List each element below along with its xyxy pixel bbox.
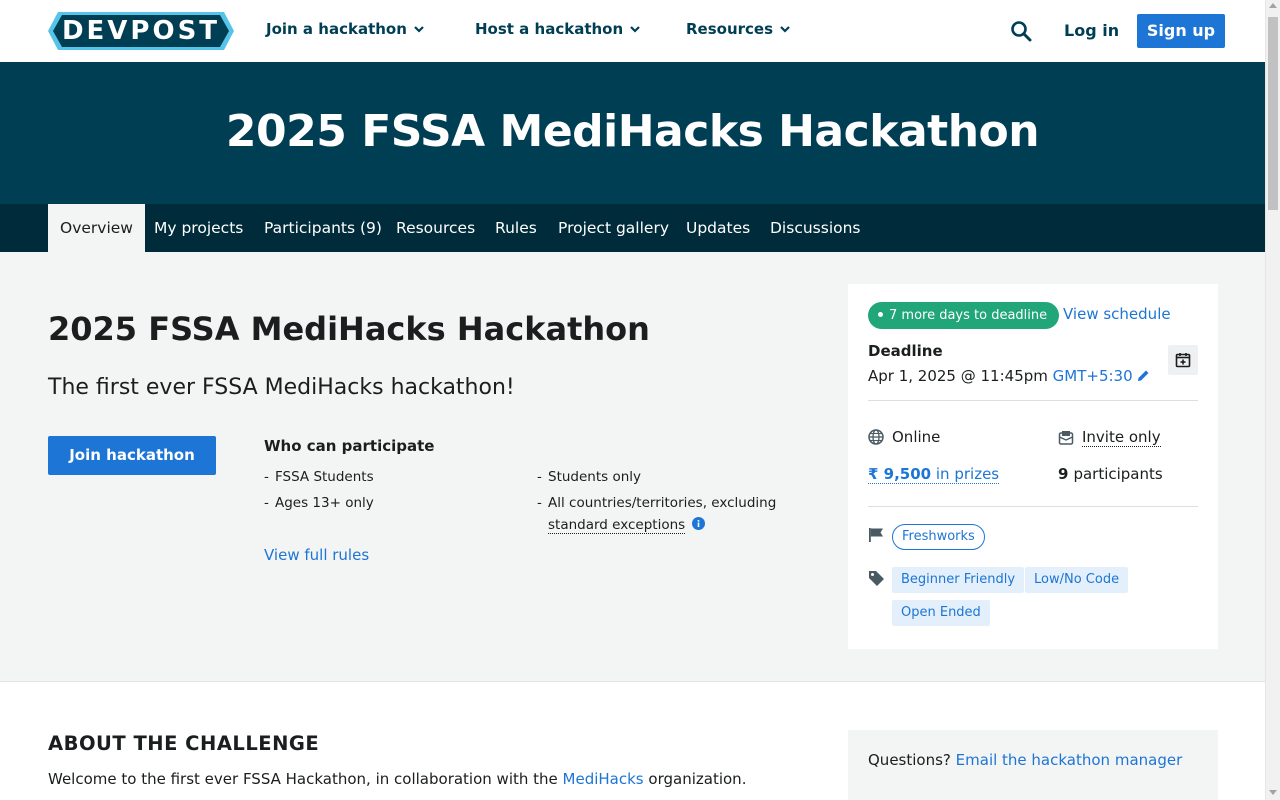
- host-organization-pill[interactable]: Freshworks: [892, 524, 985, 550]
- nav-resources-label: Resources: [686, 20, 774, 38]
- view-full-rules-link[interactable]: View full rules: [264, 546, 369, 564]
- hackathon-tabs: Overview My projects Participants (9) Re…: [0, 204, 1265, 252]
- prizes-link[interactable]: ₹ 9,500 in prizes: [868, 465, 1000, 484]
- chevron-down-icon: [780, 26, 790, 33]
- about-intro: Welcome to the first ever FSSA Hackathon…: [48, 770, 747, 788]
- tab-resources[interactable]: Resources: [384, 204, 487, 252]
- nav-join-hackathon-label: Join a hackathon: [266, 20, 407, 38]
- login-link[interactable]: Log in: [1064, 21, 1119, 40]
- scroll-up-arrow-icon[interactable]: [1269, 3, 1277, 8]
- theme-tag[interactable]: Beginner Friendly: [892, 567, 1025, 593]
- chevron-down-icon: [630, 26, 640, 33]
- standard-exceptions-link[interactable]: standard exceptions: [548, 517, 706, 534]
- logo-text: DEVPOST: [61, 16, 221, 46]
- questions-box: Questions? Email the hackathon manager: [848, 730, 1218, 800]
- divider: [868, 400, 1198, 401]
- about-heading: ABOUT THE CHALLENGE: [48, 732, 320, 755]
- scroll-down-arrow-icon[interactable]: [1269, 790, 1277, 795]
- page-scrollbar[interactable]: [1265, 0, 1280, 800]
- page-title: 2025 FSSA MediHacks Hackathon: [48, 310, 650, 348]
- theme-tag[interactable]: Low/No Code: [1025, 567, 1129, 593]
- join-hackathon-button[interactable]: Join hackathon: [48, 436, 216, 475]
- participants-count: 9 participants: [1058, 465, 1163, 483]
- eligibility-item: - FSSA Students: [264, 469, 374, 485]
- about-section: ABOUT THE CHALLENGE Welcome to the first…: [0, 681, 1265, 800]
- nav-host-hackathon[interactable]: Host a hackathon: [475, 20, 641, 38]
- pencil-icon[interactable]: [1137, 369, 1150, 382]
- access-info[interactable]: Invite only: [1058, 428, 1161, 447]
- invite-icon: [1058, 430, 1074, 445]
- add-to-calendar-button[interactable]: [1168, 345, 1198, 375]
- hackathon-tagline: The first ever FSSA MediHacks hackathon!: [48, 375, 515, 400]
- top-nav: DEVPOST Join a hackathon Host a hackatho…: [0, 0, 1265, 62]
- search-icon[interactable]: [1010, 20, 1032, 42]
- calendar-icon: [1175, 353, 1191, 368]
- nav-join-hackathon[interactable]: Join a hackathon: [266, 20, 425, 38]
- tab-rules[interactable]: Rules: [483, 204, 549, 252]
- email-manager-link[interactable]: Email the hackathon manager: [956, 751, 1183, 769]
- deadline-date: Apr 1, 2025 @ 11:45pm GMT+5:30: [868, 367, 1150, 385]
- flag-icon: [869, 528, 883, 542]
- nav-host-hackathon-label: Host a hackathon: [475, 20, 624, 38]
- info-icon: [692, 517, 706, 530]
- globe-icon: [868, 429, 884, 445]
- eligibility-item: - Ages 13+ only: [264, 495, 374, 511]
- signup-button[interactable]: Sign up: [1137, 14, 1225, 48]
- hero-banner: 2025 FSSA MediHacks Hackathon: [0, 62, 1265, 204]
- tab-discussions[interactable]: Discussions: [758, 204, 873, 252]
- scroll-thumb[interactable]: [1268, 17, 1278, 210]
- nav-resources[interactable]: Resources: [686, 20, 791, 38]
- theme-tag[interactable]: Open Ended: [892, 600, 990, 626]
- hackathon-info-card: 7 more days to deadline View schedule De…: [848, 284, 1218, 649]
- chevron-down-icon: [414, 26, 424, 33]
- banner-title: 2025 FSSA MediHacks Hackathon: [225, 106, 1040, 157]
- eligibility-item: - Students only: [537, 469, 642, 485]
- tag-icon: [869, 571, 884, 586]
- medihacks-link[interactable]: MediHacks: [563, 770, 644, 788]
- devpost-logo[interactable]: DEVPOST: [48, 12, 234, 50]
- tab-project-gallery[interactable]: Project gallery: [546, 204, 681, 252]
- divider: [868, 506, 1198, 507]
- deadline-label: Deadline: [868, 342, 943, 360]
- timezone-link[interactable]: GMT+5:30: [1053, 367, 1133, 385]
- tab-participants[interactable]: Participants (9): [252, 204, 394, 252]
- tab-updates[interactable]: Updates: [674, 204, 762, 252]
- deadline-countdown-badge: 7 more days to deadline: [868, 302, 1060, 329]
- tab-overview[interactable]: Overview: [48, 204, 145, 252]
- tab-my-projects[interactable]: My projects: [142, 204, 255, 252]
- eligibility-item: - All countries/territories, excluding: [537, 495, 777, 511]
- location-info: Online: [868, 428, 940, 446]
- who-can-participate-heading: Who can participate: [264, 437, 435, 455]
- view-schedule-link[interactable]: View schedule: [1063, 305, 1171, 323]
